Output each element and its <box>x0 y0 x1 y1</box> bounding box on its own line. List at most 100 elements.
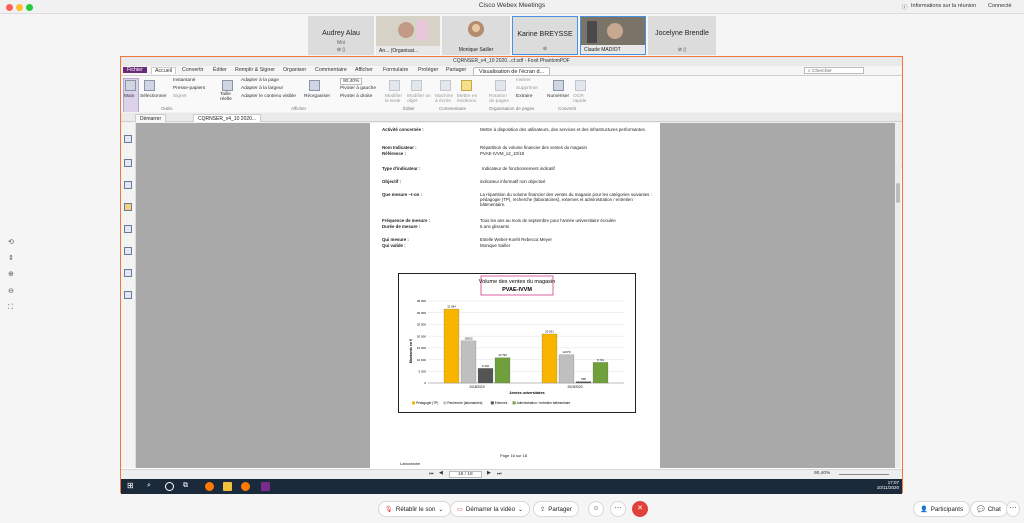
chart-bar <box>477 368 494 384</box>
bookmark-panel-icon[interactable] <box>124 135 132 143</box>
signature-panel-icon[interactable] <box>124 247 132 255</box>
unmute-button[interactable]: 🎙 Rétablir le son ⌄ <box>378 501 451 517</box>
chat-button[interactable]: 💬 Chat <box>970 501 1008 517</box>
reactions-button[interactable]: ☺ <box>588 501 604 517</box>
actual-size-button[interactable]: Taille réelle <box>220 92 236 102</box>
participant-tile-active[interactable]: Karine BREYSSE ⊘ <box>512 16 578 55</box>
search-panel-icon[interactable] <box>124 291 132 299</box>
task-view-icon[interactable]: ⧉ <box>183 482 188 490</box>
tab-remplir-signer[interactable]: Remplir & Signer <box>235 67 275 73</box>
windows-start-icon[interactable]: ⊞ <box>127 481 134 490</box>
tab-organiser[interactable]: Organiser <box>283 67 306 73</box>
zoom-slider[interactable] <box>839 474 889 475</box>
participant-video-tile[interactable]: An... (Organisat... <box>376 16 440 55</box>
tab-partager[interactable]: Partager <box>446 67 466 73</box>
more-options-button[interactable]: ⋯ <box>610 501 626 517</box>
last-page-button[interactable]: ⏭ <box>497 471 501 477</box>
attachments-panel-icon[interactable] <box>124 225 132 233</box>
tab-fichier[interactable]: Fichier <box>123 67 147 73</box>
edit-object-icon[interactable] <box>411 80 422 91</box>
ocr-icon[interactable] <box>575 80 586 91</box>
zoom-level[interactable]: 90,40% <box>814 471 830 476</box>
scan-button[interactable]: Numériser <box>547 94 569 99</box>
scroll-thumb[interactable] <box>896 183 900 203</box>
tab-commentaire[interactable]: Commentaire <box>315 67 347 73</box>
insert-button[interactable]: Insérer <box>516 78 531 83</box>
file-explorer-icon[interactable] <box>223 482 232 491</box>
participant-video-tile[interactable]: Claude MADIOT <box>580 16 646 55</box>
layers-panel-icon[interactable] <box>124 181 132 189</box>
typewriter-icon[interactable] <box>440 80 451 91</box>
rotate-right-button[interactable]: Pivoter à droite <box>340 94 372 99</box>
highlight-button[interactable]: Mettre en évidence <box>457 94 481 104</box>
document-viewer[interactable]: Activité concernée : Mettre à dispositio… <box>136 123 896 468</box>
select-tool-label[interactable]: Sélectionner <box>140 94 167 99</box>
highlight-icon[interactable] <box>461 80 472 91</box>
security-panel-icon[interactable] <box>124 203 132 211</box>
participants-button[interactable]: 👤 Participants <box>913 501 971 517</box>
participant-tile[interactable]: Monique Sailler <box>442 16 510 55</box>
participant-tile[interactable]: Jocelyne Brendle ⊘ ▯ <box>648 16 716 55</box>
tab-proteger[interactable]: Protéger <box>418 67 438 73</box>
leave-meeting-button[interactable]: ✕ <box>632 501 648 517</box>
next-page-button[interactable]: ▶ <box>487 471 491 476</box>
edit-text-icon[interactable] <box>389 80 400 91</box>
tab-editer[interactable]: Éditer <box>213 67 227 73</box>
rail-pointer-icon[interactable]: ⇕ <box>8 254 14 262</box>
bookmark-button[interactable]: Signet <box>173 94 187 99</box>
rail-zoom-out-icon[interactable]: ⊖ <box>8 287 14 295</box>
more-panels-button[interactable]: ⋯ <box>1006 501 1020 517</box>
firefox-icon[interactable] <box>241 482 250 491</box>
mic-muted-icon: ⊘ ▯ <box>336 47 346 53</box>
field-label: Durée de mesure : <box>382 224 421 229</box>
fit-visible-button[interactable]: Adapter le contenu visible <box>241 94 296 99</box>
tab-convertir[interactable]: Convertir <box>182 67 204 73</box>
rail-annotate-icon[interactable]: ⟲ <box>8 238 14 246</box>
fit-width-button[interactable]: Adapter à la largeur <box>241 86 283 91</box>
first-page-button[interactable]: ⏮ <box>429 471 433 477</box>
search-icon[interactable]: ⌕ <box>147 482 151 490</box>
delete-button[interactable]: Supprimer <box>516 86 538 91</box>
tab-start[interactable]: Démarrer <box>135 114 167 122</box>
search-input[interactable]: ⌕ Chercher <box>804 67 864 74</box>
foxit-icon[interactable] <box>261 482 270 491</box>
start-video-button[interactable]: ▭ Démarrer la vidéo ⌄ <box>450 501 531 517</box>
tab-formulaire[interactable]: Formulaire <box>383 67 408 73</box>
edit-text-button[interactable]: Modifier le texte <box>385 94 405 104</box>
rotate-left-button[interactable]: Pivoter à gauche <box>340 86 376 91</box>
shared-screen[interactable]: CQRNSER_v4_10 2020...cf.sdf - Foxit Phan… <box>120 56 903 494</box>
comments-panel-icon[interactable] <box>124 269 132 277</box>
page-input[interactable]: 16 / 18 <box>449 471 482 478</box>
actual-size-icon[interactable] <box>222 80 233 91</box>
reflow-button[interactable]: Réorganiser <box>304 94 330 99</box>
extract-button[interactable]: Extraire <box>516 94 533 99</box>
participant-tile[interactable]: Audrey Alau Moi ⊘ ▯ <box>308 16 374 55</box>
rotate-pages-button[interactable]: Rotation de pages <box>489 94 511 104</box>
clipboard-button[interactable]: Presse-papiers <box>173 86 205 91</box>
reflow-icon[interactable] <box>309 80 320 91</box>
firefox-icon[interactable] <box>205 482 214 491</box>
info-icon[interactable]: ⓘ <box>902 3 908 11</box>
meeting-info-link[interactable]: Informations sur la réunion <box>911 3 976 9</box>
rotate-pages-icon[interactable] <box>495 80 506 91</box>
vertical-scrollbar[interactable] <box>895 123 901 468</box>
typewriter-button[interactable]: Machine à écrire <box>435 94 455 104</box>
tab-accueil[interactable]: Accueil <box>151 67 177 74</box>
snapshot-button[interactable]: Instantané <box>173 78 195 83</box>
edit-object-button[interactable]: Modifier un objet <box>407 94 433 104</box>
tab-afficher[interactable]: Afficher <box>355 67 373 73</box>
rail-fit-icon[interactable]: ⛶ <box>8 304 13 312</box>
screen-share-label[interactable]: Visualisation de l'écran d... <box>473 67 551 76</box>
cortana-icon[interactable] <box>165 482 174 491</box>
tab-document[interactable]: CQRNSER_v4_10 2020... <box>193 114 262 122</box>
rail-zoom-in-icon[interactable]: ⊕ <box>8 270 14 278</box>
prev-page-button[interactable]: ◀ <box>439 471 443 476</box>
pages-panel-icon[interactable] <box>124 159 132 167</box>
share-button[interactable]: ⇪ Partager <box>533 501 579 517</box>
ocr-button[interactable]: OCR rapide <box>573 94 587 104</box>
select-icon[interactable] <box>144 80 155 91</box>
zoom-select[interactable]: 90,40% <box>340 78 363 85</box>
scan-icon[interactable] <box>553 80 564 91</box>
fit-page-button[interactable]: Adapter à la page <box>241 78 279 83</box>
taskbar-clock[interactable]: 17:07 10/11/2020 <box>873 480 899 490</box>
